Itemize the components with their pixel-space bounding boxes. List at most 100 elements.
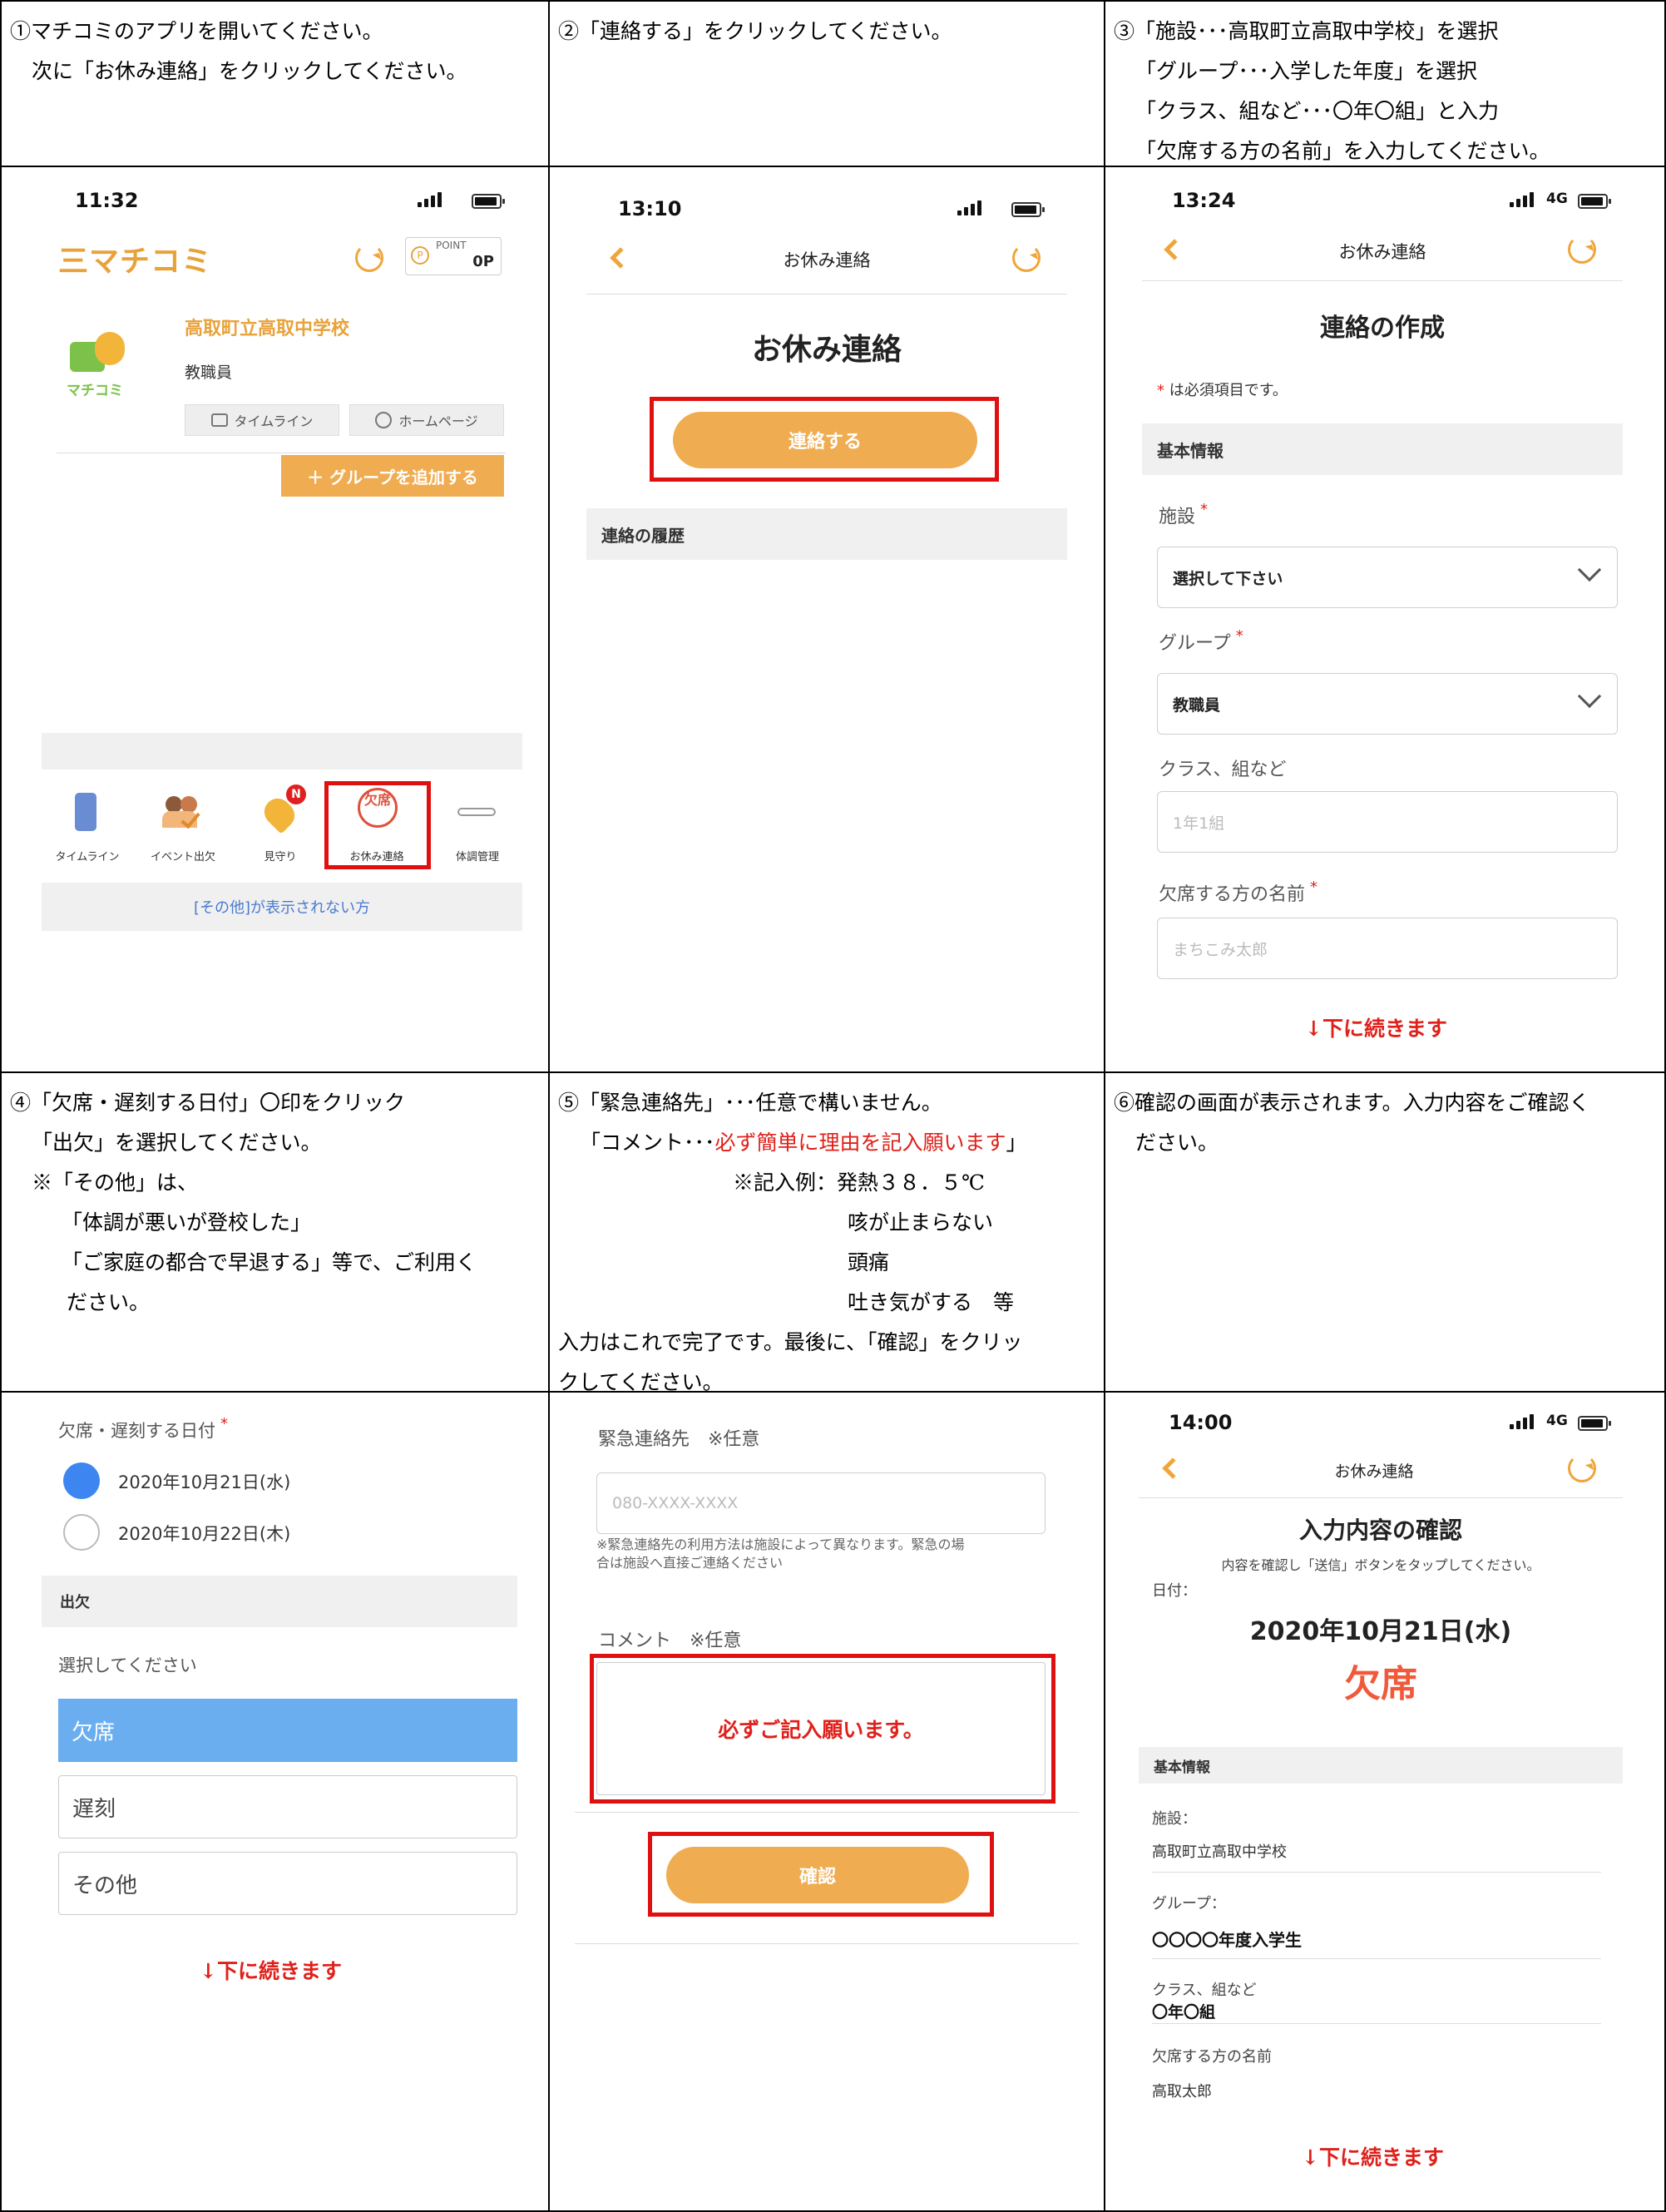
- page-title: 入力内容の確認: [1298, 1517, 1462, 1544]
- class-label: クラス、組など: [1152, 1982, 1257, 1999]
- back-chevron-icon[interactable]: [1162, 1457, 1184, 1479]
- signal-icon: [957, 200, 981, 215]
- step5-line4: 咳が止まらない: [848, 1210, 994, 1235]
- step5-instruction: ⑤「緊急連絡先」･･･任意で構いません。 「コメント･･･必ず簡単に理由を記入願…: [550, 1073, 1104, 1391]
- step1-line2: 次に「お休み連絡」をクリックしてください。: [32, 59, 467, 83]
- status-time: 14:00: [1169, 1411, 1233, 1434]
- status-value: 欠席: [1344, 1663, 1417, 1705]
- notification-badge: N: [286, 784, 306, 804]
- radio-date1-selected[interactable]: [63, 1462, 100, 1499]
- signal-icon: [1510, 1414, 1534, 1429]
- back-chevron-icon[interactable]: [610, 247, 631, 269]
- history-header: 連絡の履歴: [586, 508, 1067, 560]
- continued-note: ↓下に続きます: [200, 1959, 342, 1983]
- refresh-icon[interactable]: [1568, 235, 1596, 264]
- name-label: 欠席する方の名前 *: [1159, 878, 1318, 905]
- emergency-note: ※緊急連絡先の利用方法は施設によって異なります。緊急の場 合は施設へ直接ご連絡く…: [596, 1537, 965, 1571]
- signal-icon: [418, 192, 442, 207]
- empty-gray-bar: [42, 733, 522, 769]
- date1-label: 2020年10月21日(水): [118, 1472, 291, 1492]
- screenshot-1: 11:32 三マチコミ P POINT 0P マチコミ 高取町立高取中学校 教職…: [2, 167, 548, 1071]
- homepage-button[interactable]: ホームページ: [349, 404, 504, 436]
- network-label: 4G: [1546, 1413, 1568, 1429]
- facility-label: 施設 *: [1159, 501, 1209, 527]
- facility-select[interactable]: 選択して下さい: [1157, 547, 1618, 608]
- step4-line4: 「体調が悪いが登校した」: [62, 1210, 312, 1235]
- app-logo: 三マチコミ: [58, 245, 213, 279]
- tab-event-attendance[interactable]: イベント出欠: [137, 774, 229, 873]
- screenshot-6: 14:00 4G お休み連絡 入力内容の確認 内容を確認し「送信」ボタンをタップ…: [1105, 1393, 1664, 2210]
- date2-label: 2020年10月22日(木): [118, 1524, 291, 1544]
- refresh-icon[interactable]: [1012, 244, 1041, 272]
- step5-line3: ※記入例：発熱３８．５℃: [733, 1170, 985, 1195]
- facility-label: 施設：: [1152, 1810, 1197, 1828]
- status-time: 13:24: [1172, 189, 1236, 212]
- tab-bar: タイムライン イベント出欠 N 見守り 欠席 お休み連絡 体調管理: [42, 774, 522, 873]
- name-input[interactable]: まちこみ太郎: [1157, 918, 1618, 979]
- refresh-icon[interactable]: [355, 244, 383, 272]
- step3-line4: 「欠席する方の名前」を入力してください。: [1135, 139, 1550, 163]
- step1-instruction: ①マチコミのアプリを開いてください。 次に「お休み連絡」をクリックしてください。: [2, 2, 548, 166]
- step6-instruction: ⑥確認の画面が表示されます。入力内容をご確認く ださい。: [1105, 1073, 1664, 1391]
- thermometer-icon: [457, 808, 496, 816]
- other-not-shown-link[interactable]: [その他]が表示されない方: [42, 883, 522, 931]
- timeline-button[interactable]: タイムライン: [185, 404, 339, 436]
- tab-health[interactable]: 体調管理: [433, 774, 522, 873]
- page-title: お休み連絡: [751, 333, 902, 367]
- emergency-label: 緊急連絡先 ※任意: [598, 1429, 760, 1450]
- status-time: 11:32: [75, 189, 139, 212]
- group-label: グループ：: [1152, 1895, 1226, 1913]
- step4-line1: ④「欠席・遅刻する日付」〇印をクリック: [10, 1091, 406, 1115]
- step3-line3: 「クラス、組など･･･〇年〇組」と入力: [1135, 99, 1500, 123]
- date-value: 2020年10月21日(水): [1249, 1617, 1512, 1646]
- highlight-confirm-button: [648, 1832, 994, 1917]
- facility-value: 高取町立高取中学校: [1152, 1843, 1287, 1861]
- group-select[interactable]: 教職員: [1157, 673, 1618, 735]
- screenshot-3: 13:24 4G お休み連絡 連絡の作成 * は必須項目です。 基本情報 施設 *…: [1105, 167, 1664, 1071]
- step4-line2: 「出欠」を選択してください。: [32, 1131, 322, 1155]
- back-chevron-icon[interactable]: [1164, 239, 1185, 260]
- status-time: 13:10: [618, 197, 682, 220]
- select-prompt: 選択してください: [58, 1655, 197, 1675]
- step5-line1: ⑤「緊急連絡先」･･･任意で構いません。: [558, 1091, 942, 1115]
- highlight-absence-tab: [324, 781, 431, 869]
- class-label: クラス、組など: [1159, 760, 1287, 780]
- add-group-button[interactable]: ＋ グループを追加する: [281, 455, 504, 497]
- step5-line8: クしてください。: [558, 1370, 724, 1391]
- nav-title: お休み連絡: [1334, 1462, 1414, 1481]
- tab-timeline[interactable]: タイムライン: [42, 774, 133, 873]
- battery-icon: [1578, 1416, 1611, 1431]
- tab-watch[interactable]: N 見守り: [235, 774, 326, 873]
- comment-required-note: 必ずご記入願います。: [718, 1718, 924, 1742]
- continued-note: ↓下に続きます: [1305, 1017, 1447, 1041]
- battery-icon: [1011, 202, 1045, 217]
- emergency-input[interactable]: 080-XXXX-XXXX: [596, 1472, 1046, 1534]
- option-absent-selected[interactable]: 欠席: [58, 1699, 517, 1762]
- network-label: 4G: [1546, 191, 1568, 207]
- step3-line2: 「グループ･･･入学した年度」を選択: [1135, 59, 1478, 83]
- step6-line2: ださい。: [1135, 1131, 1219, 1155]
- date-label: 欠席・遅刻する日付 *: [58, 1415, 228, 1441]
- date-label: 日付：: [1152, 1582, 1197, 1600]
- page-title: 連絡の作成: [1320, 314, 1445, 343]
- battery-icon: [472, 194, 505, 209]
- step3-line1: ③「施設･･･高取町立高取中学校」を選択: [1114, 19, 1499, 43]
- instruction-text: 内容を確認し「送信」ボタンをタップしてください。: [1221, 1557, 1540, 1573]
- group-value: 〇〇〇〇年度入学生: [1152, 1930, 1302, 1950]
- group-name: 教職員: [185, 364, 233, 382]
- refresh-icon[interactable]: [1568, 1454, 1596, 1482]
- screenshot-4: 欠席・遅刻する日付 * 2020年10月21日(水) 2020年10月22日(木)…: [2, 1393, 548, 2210]
- radio-date2[interactable]: [63, 1514, 100, 1551]
- phone-icon: [75, 793, 96, 831]
- signal-icon: [1510, 192, 1534, 207]
- step4-line5: 「ご家庭の都合で早退する」等で、ご利用く: [62, 1250, 477, 1274]
- camera-icon: [210, 413, 228, 427]
- option-other[interactable]: その他: [58, 1852, 517, 1915]
- class-input[interactable]: 1年1組: [1157, 791, 1618, 853]
- point-label: POINT: [436, 240, 467, 251]
- step2-line1: ②「連絡する」をクリックしてください。: [558, 19, 952, 43]
- option-late[interactable]: 遅刻: [58, 1775, 517, 1838]
- point-box[interactable]: P POINT 0P: [405, 237, 502, 275]
- highlight-contact-button: [650, 397, 999, 482]
- required-note: * は必須項目です。: [1157, 382, 1288, 399]
